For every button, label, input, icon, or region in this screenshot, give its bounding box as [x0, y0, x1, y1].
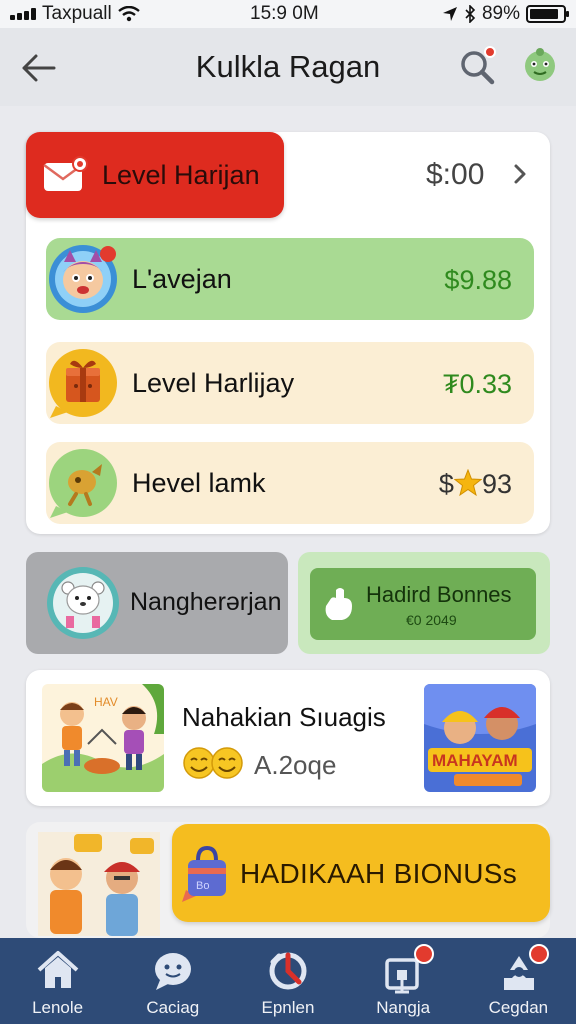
signal-icon — [10, 8, 36, 20]
list-item-amount: ₮0.33 — [442, 369, 512, 399]
bonus-tile: Hadird Bonnes €0 2049 — [298, 552, 550, 654]
bluetooth-icon — [465, 5, 476, 23]
bonus-banner-button[interactable]: Bo HADIKAAH BIONUSs — [172, 824, 550, 922]
list-item[interactable]: L'avejan $9.88 — [46, 238, 534, 320]
mail-icon — [42, 155, 88, 195]
nav-notification-badge — [528, 944, 549, 964]
status-bar: Taxpuall 15:9 0M 89% — [0, 0, 576, 28]
list-item[interactable]: Level Harlijay ₮0.33 — [46, 342, 534, 424]
tile-label: Nangherərjan — [130, 588, 282, 616]
bonus-banner-label: HADIKAAH BIONUSs — [240, 858, 518, 889]
bear-icon — [47, 567, 119, 639]
nav-item-chat[interactable]: Caciag — [115, 938, 230, 1024]
nav-item-home[interactable]: Lenole — [0, 938, 115, 1024]
level-header-tag[interactable]: Level Harijan — [26, 132, 284, 218]
search-notification-dot — [484, 46, 496, 58]
refresh-icon — [269, 952, 307, 990]
nav-label: Cegdan — [488, 998, 549, 1017]
carrier-name: Taxpuall — [42, 3, 112, 24]
list-item-amount: $9.88 — [444, 265, 512, 295]
promo-card[interactable]: HAV Nahakian Sıuagis A.2oqe MAHAYAM — [26, 670, 550, 806]
bonus-banner: Bo HADIKAAH BIONUSs — [26, 822, 550, 938]
list-item-label: Level Harlijay — [132, 368, 295, 398]
back-arrow-icon — [22, 54, 56, 82]
chat-icon — [155, 953, 192, 990]
home-icon — [37, 951, 79, 988]
nav-item-refresh[interactable]: Epnlen — [230, 938, 345, 1024]
nav-label: Nangja — [376, 998, 431, 1017]
bonus-title: Hadird Bonnes — [366, 582, 512, 607]
nav-label: Caciag — [146, 998, 200, 1017]
svg-text:MAHAYAM: MAHAYAM — [432, 751, 518, 770]
profile-avatar-button[interactable] — [518, 42, 562, 86]
workers-game-artwork: MAHAYAM — [424, 684, 536, 792]
search-button[interactable] — [456, 44, 500, 88]
app-header: Kulkla Ragan — [0, 28, 576, 106]
promo-value: A.2oqe — [254, 750, 337, 780]
amount-suffix: 93 — [481, 469, 512, 499]
header-amount: $:00 — [426, 158, 485, 191]
amount-prefix: $ — [438, 469, 454, 499]
battery-icon — [526, 5, 569, 23]
bottom-nav: Lenole Caciag Epnlen Nangja Cegdan — [0, 938, 576, 1024]
nav-item-gift[interactable]: Nangja — [346, 938, 461, 1024]
list-item-label: L'avejan — [132, 264, 232, 294]
list-item[interactable]: Hevel lamk $93 — [46, 442, 534, 524]
kids-chat-illustration — [38, 832, 160, 936]
back-button[interactable] — [18, 48, 58, 88]
promo-title: Nahakian Sıuagis — [182, 702, 386, 732]
bonus-subtitle: €0 2049 — [406, 612, 457, 628]
nav-label: Lenole — [32, 998, 84, 1017]
page-title: Kulkla Ragan — [195, 49, 381, 84]
battery-percent: 89% — [481, 3, 520, 24]
list-item-label: Hevel lamk — [132, 468, 266, 498]
avatar-icon — [525, 48, 555, 81]
hand-icon — [325, 588, 352, 620]
nangherarjan-tile[interactable]: Nangherərjan — [26, 552, 288, 654]
coin-character-icon — [49, 449, 117, 518]
gift-bag-icon: Bo — [182, 845, 226, 902]
cartoon-avatar-icon — [49, 245, 117, 313]
list-item-amount: $93 — [438, 468, 512, 500]
bonus-button[interactable]: Hadird Bonnes €0 2049 — [310, 568, 536, 640]
location-icon — [442, 7, 457, 21]
svg-text:Bo: Bo — [196, 880, 209, 892]
status-left: Taxpuall — [10, 3, 140, 25]
gift-box-icon — [49, 349, 117, 418]
wifi-icon — [117, 6, 140, 22]
card-header[interactable]: Level Harijan $:00 — [26, 132, 550, 218]
nav-item-user[interactable]: Cegdan — [461, 938, 576, 1024]
kids-picnic-illustration: HAV — [42, 684, 164, 792]
nav-label: Epnlen — [261, 998, 315, 1017]
level-header-label: Level Harijan — [102, 159, 260, 190]
status-right: 89% — [442, 3, 569, 25]
level-list-card: Level Harijan $:00 L'avejan $9.88 Level … — [26, 132, 550, 534]
emoji-faces-icon — [183, 747, 243, 779]
nav-notification-badge — [413, 944, 434, 964]
svg-text:HAV: HAV — [94, 695, 118, 709]
status-time: 15:9 0M — [250, 3, 319, 24]
chevron-right-icon[interactable] — [508, 162, 532, 186]
star-icon — [453, 468, 483, 497]
